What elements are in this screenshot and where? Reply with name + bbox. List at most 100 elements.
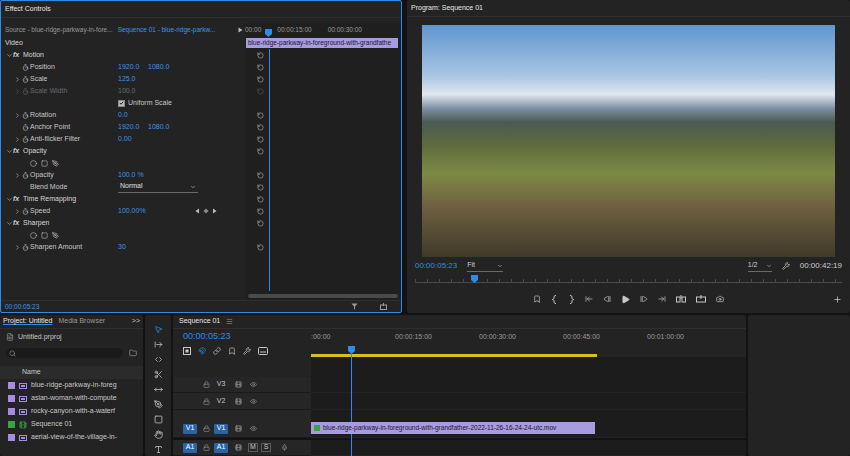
source-patch[interactable]: A1 <box>183 443 197 453</box>
property-value[interactable]: 1080.0 <box>148 62 174 73</box>
stopwatch-icon[interactable] <box>22 124 29 131</box>
uniform-scale-checkbox[interactable] <box>118 100 125 107</box>
ellipse-mask-icon[interactable] <box>30 160 37 167</box>
blend-mode-dropdown[interactable]: Normal <box>118 181 198 193</box>
reset-icon[interactable] <box>257 196 264 203</box>
property-value[interactable]: 100.0 <box>118 86 144 97</box>
sync-lock-icon[interactable] <box>235 381 242 388</box>
fx-badge[interactable]: fx <box>13 146 23 157</box>
stopwatch-icon[interactable] <box>22 136 29 143</box>
reset-icon[interactable] <box>257 184 264 191</box>
button-editor-icon[interactable] <box>833 295 842 304</box>
fx-badge[interactable]: fx <box>13 194 23 205</box>
track-lock-icon[interactable] <box>203 425 210 432</box>
stopwatch-icon[interactable] <box>22 172 29 179</box>
project-item[interactable]: Sequence 01 <box>0 418 143 431</box>
project-item[interactable]: rocky-canyon-with-a-waterf <box>0 405 143 418</box>
track-lane[interactable] <box>311 377 746 393</box>
panel-tab[interactable]: Effect Controls <box>5 4 51 15</box>
twirl-icon[interactable] <box>6 220 13 227</box>
track-target[interactable]: V2 <box>214 396 228 406</box>
property-value[interactable]: 125.0 <box>118 74 144 85</box>
panel-overflow-button[interactable]: >> <box>132 316 140 327</box>
source-patch[interactable]: V1 <box>183 424 197 434</box>
keyframe-ruler[interactable]: 00:0000:00:15:0000:00:30:00 <box>245 23 401 37</box>
sequence-selector[interactable]: Sequence 01 - blue-ridge-parkw... <box>118 25 216 35</box>
property-value[interactable]: 100.00% <box>118 206 146 217</box>
mute-button[interactable]: M <box>248 443 258 452</box>
playhead-icon[interactable] <box>348 346 355 354</box>
reset-icon[interactable] <box>257 172 264 179</box>
new-bin-icon[interactable] <box>129 349 137 357</box>
stopwatch-icon[interactable] <box>22 88 29 95</box>
project-item[interactable]: aerial-view-of-the-village-in- <box>0 431 143 444</box>
reset-icon[interactable] <box>257 88 264 95</box>
twirl-icon[interactable] <box>6 148 13 155</box>
track-lock-icon[interactable] <box>203 444 210 451</box>
reset-icon[interactable] <box>257 112 264 119</box>
timeline-settings-icon[interactable] <box>243 347 251 355</box>
add-marker-icon[interactable] <box>533 295 541 303</box>
wrench-icon[interactable] <box>782 262 790 270</box>
sync-lock-icon[interactable] <box>235 444 242 451</box>
property-value[interactable]: 30 <box>118 242 144 253</box>
next-keyframe-icon[interactable] <box>212 208 217 214</box>
resolution-dropdown[interactable]: 1/2 <box>748 260 772 272</box>
captions-icon[interactable] <box>258 347 268 355</box>
track-lane[interactable] <box>311 440 746 456</box>
play-only-icon[interactable] <box>238 27 243 33</box>
monitor-time-ruler[interactable] <box>415 275 842 283</box>
overwrite-icon[interactable] <box>696 295 706 303</box>
twirl-icon[interactable] <box>14 172 21 179</box>
go-to-out-icon[interactable] <box>658 295 666 303</box>
pen-mask-icon[interactable] <box>52 232 59 239</box>
ripple-edit-tool-icon[interactable] <box>154 355 163 364</box>
pen-tool-icon[interactable] <box>154 400 163 409</box>
step-forward-icon[interactable] <box>640 295 648 303</box>
reset-icon[interactable] <box>257 136 264 143</box>
search-field[interactable] <box>6 348 123 358</box>
reset-icon[interactable] <box>257 124 264 131</box>
hand-tool-icon[interactable] <box>154 430 163 439</box>
razor-tool-icon[interactable] <box>154 370 163 379</box>
label-color-swatch[interactable] <box>8 382 15 389</box>
track-lane[interactable] <box>311 393 746 410</box>
current-timecode[interactable]: 00:00:05:23 <box>5 302 39 312</box>
panel-tab[interactable]: Program: Sequence 01 <box>411 3 483 14</box>
track-lane[interactable]: blue-ridge-parkway-in-foreground-with-gr… <box>311 410 746 438</box>
stopwatch-icon[interactable] <box>22 244 29 251</box>
mark-out-icon[interactable] <box>568 295 575 304</box>
go-to-in-icon[interactable] <box>585 295 593 303</box>
label-color-swatch[interactable] <box>8 408 15 415</box>
rectangle-tool-icon[interactable] <box>154 415 163 424</box>
voiceover-record-icon[interactable] <box>281 444 288 451</box>
nest-icon[interactable] <box>183 347 191 355</box>
rectangle-mask-icon[interactable] <box>41 232 48 239</box>
reset-icon[interactable] <box>257 52 264 59</box>
panel-menu-icon[interactable] <box>226 318 233 325</box>
selection-tool-icon[interactable] <box>154 325 163 334</box>
property-value[interactable]: 1080.0 <box>148 122 174 133</box>
reset-icon[interactable] <box>257 64 264 71</box>
reset-icon[interactable] <box>257 148 264 155</box>
linked-selection-icon[interactable] <box>213 347 221 355</box>
playhead-icon[interactable] <box>471 275 478 283</box>
property-value[interactable]: 0.0 <box>118 110 144 121</box>
add-keyframe-icon[interactable] <box>203 208 209 214</box>
track-target[interactable]: V1 <box>214 424 228 434</box>
step-back-icon[interactable] <box>603 295 611 303</box>
reset-icon[interactable] <box>257 244 264 251</box>
twirl-icon[interactable] <box>14 76 21 83</box>
twirl-icon[interactable] <box>14 112 21 119</box>
type-tool-icon[interactable] <box>154 445 163 454</box>
twirl-icon[interactable] <box>6 52 13 59</box>
property-value[interactable]: 1920.0 <box>118 62 144 73</box>
track-select-tool-icon[interactable] <box>154 340 163 349</box>
work-area-bar[interactable] <box>311 354 597 357</box>
timeline-clip[interactable]: blue-ridge-parkway-in-foreground-with-gr… <box>311 422 595 434</box>
reset-icon[interactable] <box>257 76 264 83</box>
rectangle-mask-icon[interactable] <box>41 160 48 167</box>
property-value[interactable]: 0.00 <box>118 134 144 145</box>
track-lock-icon[interactable] <box>203 381 210 388</box>
panel-tab[interactable]: Project: Untitled <box>3 316 52 327</box>
